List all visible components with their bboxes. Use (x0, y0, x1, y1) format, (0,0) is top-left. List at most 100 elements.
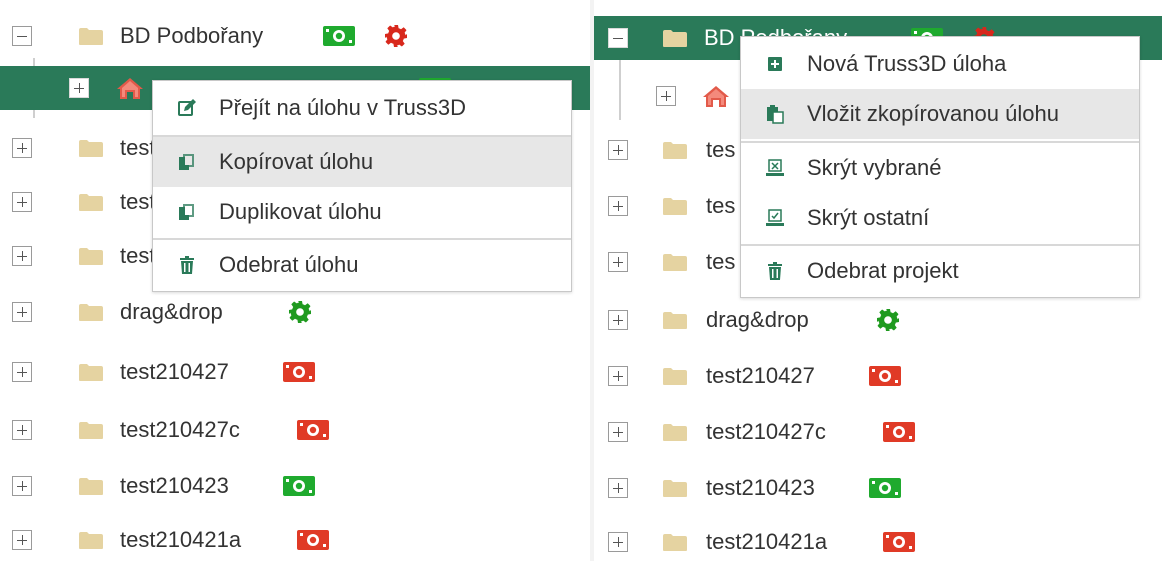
menu-item-paste-task[interactable]: Vložit zkopírovanou úlohu (741, 89, 1139, 139)
menu-item-copy-task[interactable]: Kopírovat úlohu (153, 137, 571, 187)
expand-toggle[interactable] (608, 310, 628, 330)
left-panel: BD Podbořany test test test drag&drop te… (0, 0, 590, 561)
folder-icon (662, 533, 688, 552)
task-context-menu: Přejít na úlohu v Truss3D Kopírovat úloh… (152, 80, 572, 292)
cash-icon (868, 365, 902, 387)
expand-toggle[interactable] (608, 140, 628, 160)
folder-icon (662, 253, 688, 272)
tree-row[interactable]: drag&drop (0, 290, 590, 334)
menu-item-new-task[interactable]: Nová Truss3D úloha (741, 39, 1139, 89)
expand-toggle[interactable] (12, 246, 32, 266)
tree-row-label: test (120, 189, 156, 214)
tree-row-label: BD Podbořany (120, 23, 264, 48)
cash-icon (882, 531, 916, 553)
tree-row[interactable]: test210421a (594, 520, 1162, 561)
tree-row-label: test210421a (120, 527, 242, 552)
copy-icon (177, 152, 197, 172)
folder-icon (78, 139, 104, 158)
gear-icon (288, 300, 312, 324)
menu-item-label: Duplikovat úlohu (219, 199, 382, 224)
cash-icon (296, 419, 330, 441)
folder-icon (78, 27, 104, 46)
tree-row[interactable]: test210427 (0, 350, 590, 394)
expand-toggle[interactable] (12, 530, 32, 550)
tree-row[interactable]: test210423 (594, 466, 1162, 510)
tree-row-label: drag&drop (120, 299, 223, 324)
tree-row-label: test210427c (706, 419, 826, 444)
gear-icon (876, 308, 900, 332)
cash-icon (868, 477, 902, 499)
gear-icon (384, 24, 408, 48)
trash-icon (765, 261, 785, 281)
folder-icon (662, 423, 688, 442)
folder-icon (78, 363, 104, 382)
plus-icon (765, 54, 785, 74)
tree-row-label: test210427c (120, 417, 240, 442)
expand-toggle[interactable] (608, 478, 628, 498)
tree-row[interactable]: test210423 (0, 464, 590, 508)
menu-item-label: Vložit zkopírovanou úlohu (807, 101, 1059, 126)
folder-icon (78, 421, 104, 440)
menu-item-label: Odebrat úlohu (219, 252, 359, 277)
expand-toggle[interactable] (656, 86, 676, 106)
folder-icon (662, 479, 688, 498)
tree-row[interactable]: test210427 (594, 354, 1162, 398)
tree-row[interactable]: test210427c (594, 410, 1162, 454)
folder-icon (662, 141, 688, 160)
menu-item-go-to-task[interactable]: Přejít na úlohu v Truss3D (153, 83, 571, 133)
folder-icon (78, 531, 104, 550)
tree-row-label: test210423 (706, 475, 815, 500)
menu-item-duplicate-task[interactable]: Duplikovat úlohu (153, 187, 571, 237)
tree-row-label: tes (706, 137, 736, 162)
tree-row[interactable]: test210421a (0, 518, 590, 561)
folder-icon (78, 303, 104, 322)
menu-item-remove-project[interactable]: Odebrat projekt (741, 246, 1139, 296)
tree-row-label: test210421a (706, 529, 828, 554)
menu-item-hide-others[interactable]: Skrýt ostatní (741, 193, 1139, 243)
tree-row[interactable]: drag&drop (594, 298, 1162, 342)
expand-toggle[interactable] (608, 252, 628, 272)
tree-row[interactable]: test210427c (0, 408, 590, 452)
expand-toggle[interactable] (12, 420, 32, 440)
trash-icon (177, 255, 197, 275)
tree-row-label: test (120, 135, 156, 160)
hide-others-icon (765, 208, 785, 228)
collapse-toggle[interactable] (608, 28, 628, 48)
folder-icon (78, 247, 104, 266)
menu-item-label: Skrýt vybrané (807, 155, 942, 180)
tree-row-label: tes (706, 193, 736, 218)
expand-toggle[interactable] (12, 362, 32, 382)
menu-item-label: Nová Truss3D úloha (807, 51, 1007, 76)
expand-toggle[interactable] (608, 196, 628, 216)
tree-row-label: test (120, 243, 156, 268)
folder-icon (78, 193, 104, 212)
tree-row-label: drag&drop (706, 307, 809, 332)
paste-icon (765, 104, 785, 124)
menu-item-label: Skrýt ostatní (807, 205, 930, 230)
expand-toggle[interactable] (12, 138, 32, 158)
project-context-menu: Nová Truss3D úloha Vložit zkopírovanou ú… (740, 36, 1140, 298)
expand-toggle[interactable] (12, 302, 32, 322)
expand-toggle[interactable] (12, 192, 32, 212)
expand-toggle[interactable] (608, 422, 628, 442)
expand-toggle[interactable] (12, 476, 32, 496)
collapse-toggle[interactable] (12, 26, 32, 46)
folder-icon (662, 311, 688, 330)
tree-row-project[interactable]: BD Podbořany (0, 14, 590, 58)
folder-icon (662, 29, 688, 48)
menu-item-label: Kopírovat úlohu (219, 149, 374, 174)
menu-item-hide-selected[interactable]: Skrýt vybrané (741, 143, 1139, 193)
cash-icon (882, 421, 916, 443)
cash-icon (282, 361, 316, 383)
cash-icon (322, 25, 356, 47)
expand-toggle[interactable] (608, 366, 628, 386)
house-icon (116, 76, 144, 100)
menu-item-label: Přejít na úlohu v Truss3D (219, 95, 467, 120)
menu-item-remove-task[interactable]: Odebrat úlohu (153, 240, 571, 290)
cash-icon (296, 529, 330, 551)
hide-selected-icon (765, 158, 785, 178)
expand-toggle[interactable] (608, 532, 628, 552)
expand-toggle[interactable] (69, 78, 89, 98)
menu-item-label: Odebrat projekt (807, 258, 959, 283)
tree-row-label: test210427 (706, 363, 815, 388)
